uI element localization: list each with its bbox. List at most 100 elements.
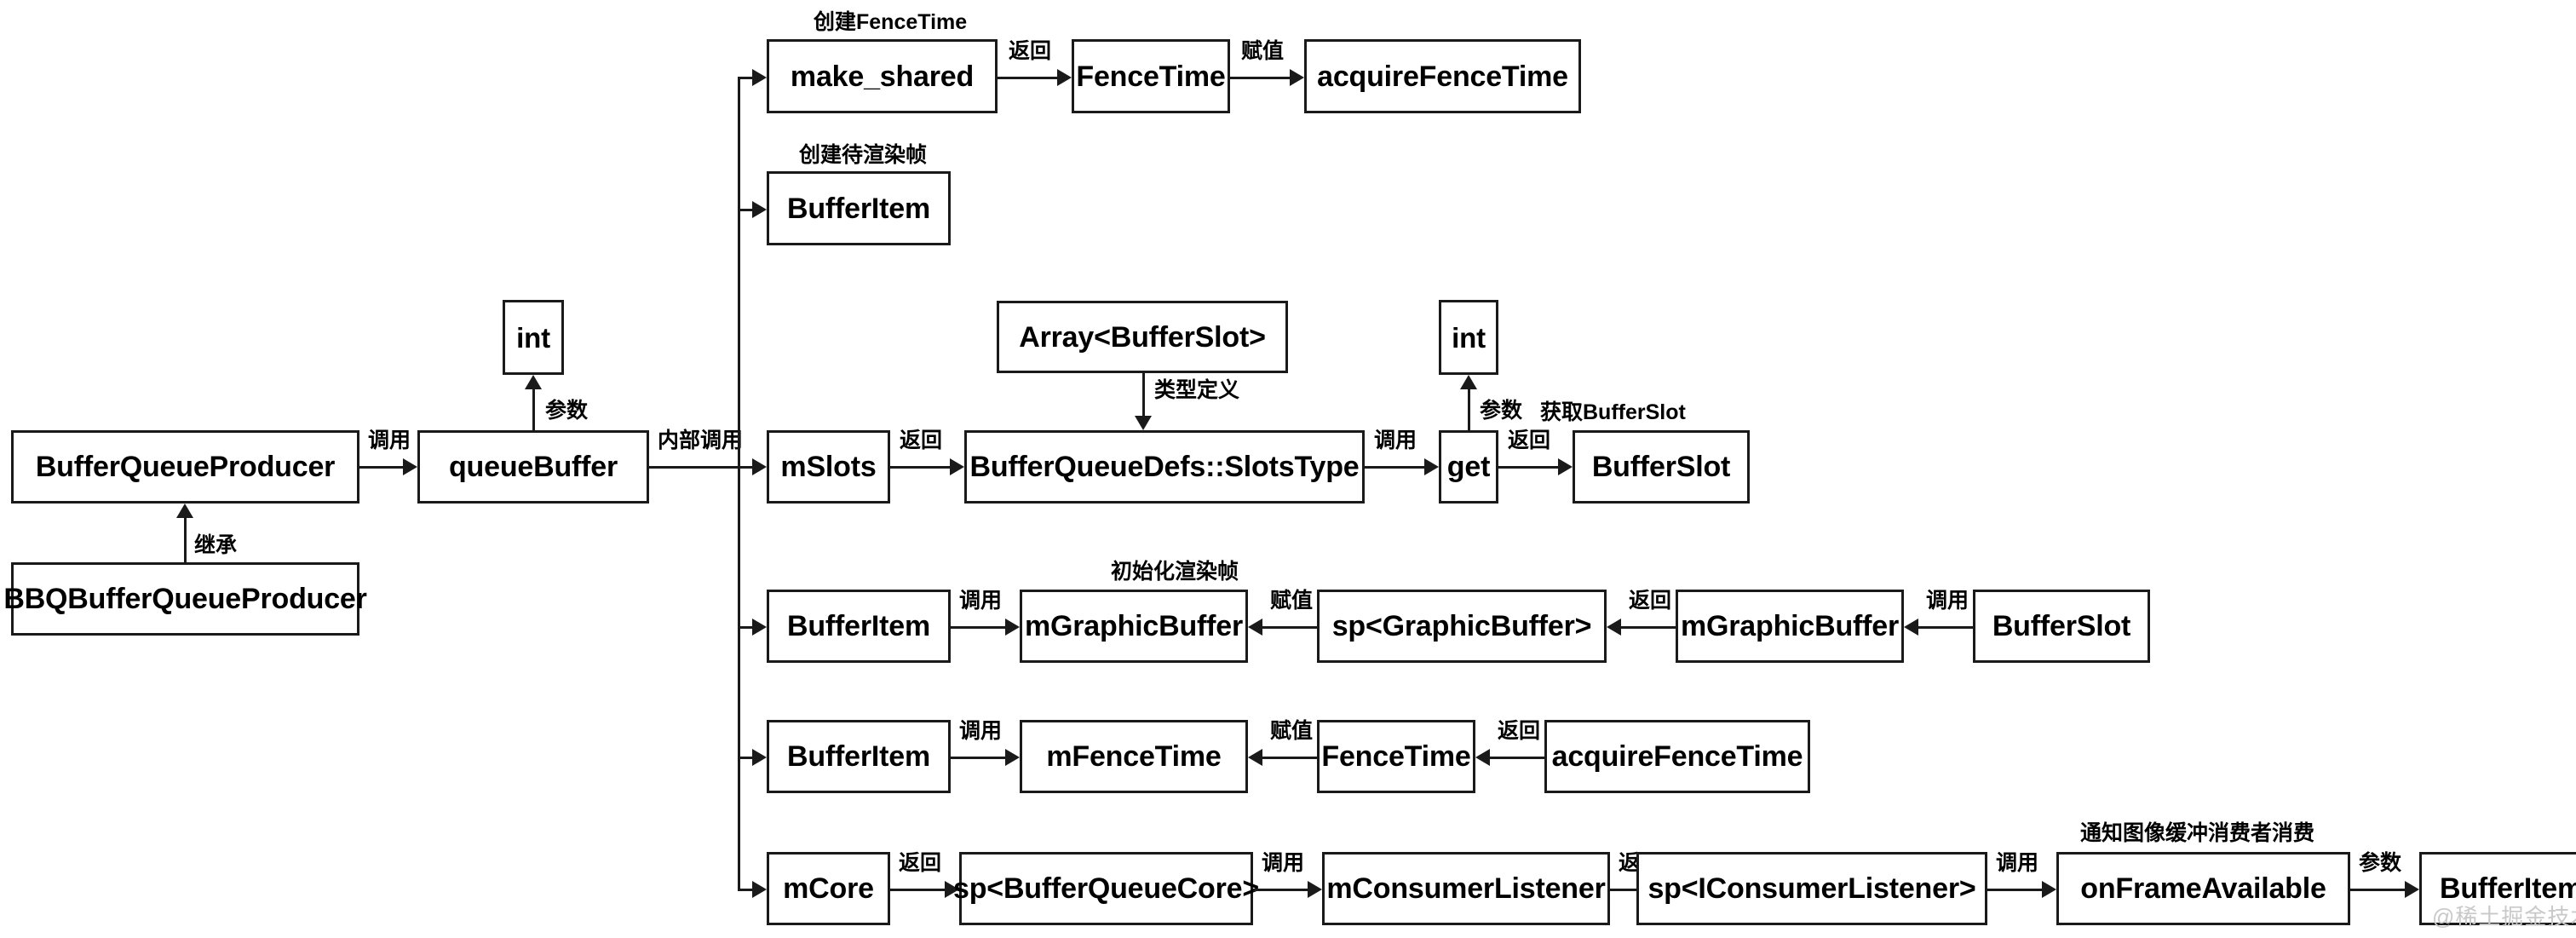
- edge-r1-assign-line: [1230, 77, 1290, 79]
- branch-stub-row3: [738, 466, 752, 469]
- node-int-param-get: int: [1439, 300, 1498, 375]
- branch-stub-row2: [738, 209, 752, 211]
- edge-r4-call-line: [951, 626, 1005, 629]
- edge-type-def-arrowhead: [1135, 416, 1152, 430]
- node-sp-iconsumer-listener: sp<IConsumerListener>: [1636, 852, 1987, 925]
- caption-create-fence-time: 创建FenceTime: [814, 10, 968, 34]
- edge-r3-call-get-arrowhead: [1424, 458, 1439, 475]
- node-label: BufferQueueDefs::SlotsType: [969, 451, 1360, 483]
- node-label: FenceTime: [1321, 740, 1471, 773]
- edge-internal-call-line: [649, 466, 738, 469]
- edge-label-r4-call: 调用: [959, 589, 1003, 613]
- edge-r5-assign-arrowhead: [1248, 749, 1262, 766]
- edge-inherit-line: [184, 518, 187, 562]
- node-label: sp<BufferQueueCore>: [953, 872, 1259, 905]
- edge-r3-call-get-line: [1365, 466, 1424, 469]
- edge-r1-return-line: [998, 77, 1057, 79]
- edge-r3-return-get-arrowhead: [1558, 458, 1573, 475]
- branch-stub-row1: [738, 77, 752, 79]
- edge-label-r3-return: 返回: [900, 429, 943, 452]
- node-label: BBQBufferQueueProducer: [3, 583, 367, 615]
- node-label: int: [516, 321, 550, 354]
- edge-call-queuebuffer-line: [359, 466, 403, 469]
- node-buffer-item-r4: BufferItem: [767, 590, 951, 663]
- node-acquire-fence-time-r5: acquireFenceTime: [1544, 720, 1810, 793]
- node-m-graphic-buffer-r4a: mGraphicBuffer: [1020, 590, 1248, 663]
- node-fence-time-r1: FenceTime: [1072, 39, 1230, 113]
- edge-param-get-line: [1468, 389, 1470, 430]
- edge-label-r5-assign: 赋值: [1270, 719, 1314, 743]
- node-label: onFrameAvailable: [2080, 872, 2326, 905]
- node-label: mFenceTime: [1046, 740, 1222, 773]
- node-sp-buffer-queue-core: sp<BufferQueueCore>: [953, 852, 1259, 925]
- node-buffer-slot-r4: BufferSlot: [1973, 590, 2150, 663]
- branch-arrow-row1: [752, 69, 767, 86]
- node-bbq-buffer-queue-producer: BBQBufferQueueProducer: [3, 562, 367, 636]
- edge-label-call-queuebuffer: 调用: [368, 429, 411, 452]
- node-mslots: mSlots: [767, 430, 890, 504]
- edge-r4-assign-arrowhead: [1248, 619, 1262, 636]
- node-label: queueBuffer: [448, 451, 618, 483]
- node-label: FenceTime: [1076, 60, 1226, 93]
- edge-inherit-arrowhead: [176, 504, 193, 518]
- node-label: acquireFenceTime: [1317, 60, 1568, 93]
- watermark: @稀土掘金技术社区: [2432, 904, 2576, 929]
- node-get: get: [1439, 430, 1498, 504]
- node-fence-time-r5: FenceTime: [1317, 720, 1475, 793]
- edge-r6-call-a-arrowhead: [1308, 881, 1322, 898]
- caption-get-buffer-slot: 获取BufferSlot: [1540, 400, 1686, 424]
- edge-type-def-line: [1142, 373, 1145, 416]
- node-label: BufferQueueProducer: [35, 451, 336, 483]
- node-label: BufferItem: [2439, 872, 2576, 905]
- node-buffer-item-r5: BufferItem: [767, 720, 951, 793]
- node-array-buffer-slot: Array<BufferSlot>: [997, 301, 1288, 373]
- edge-r6-call-b-line: [1987, 889, 2042, 891]
- edge-label-r4-assign: 赋值: [1270, 589, 1314, 613]
- branch-stub-row6: [738, 889, 752, 891]
- edge-r5-return-arrowhead: [1475, 749, 1490, 766]
- branch-trunk-line: [738, 77, 740, 889]
- node-label: BufferItem: [786, 740, 931, 773]
- node-int-param-top: int: [503, 300, 564, 375]
- edge-r4-assign-line: [1262, 626, 1317, 629]
- edge-label-type-def: 类型定义: [1154, 378, 1240, 402]
- node-sp-graphic-buffer: sp<GraphicBuffer>: [1317, 590, 1607, 663]
- branch-stub-row4: [738, 626, 752, 629]
- edge-r1-return-arrowhead: [1057, 69, 1072, 86]
- caption-init-render-frame: 初始化渲染帧: [1111, 560, 1239, 584]
- branch-stub-row5: [738, 757, 752, 759]
- node-label: mConsumerListener: [1326, 872, 1606, 905]
- edge-param-int-top-arrowhead: [525, 375, 542, 389]
- edge-label-r6-return-a: 返回: [899, 851, 942, 875]
- edge-r6-return-a-line: [890, 889, 945, 891]
- edge-r6-param-line: [2350, 889, 2405, 891]
- node-queue-buffer: queueBuffer: [417, 430, 649, 504]
- node-m-graphic-buffer-r4b: mGraphicBuffer: [1676, 590, 1904, 663]
- node-label: Array<BufferSlot>: [1019, 320, 1266, 354]
- branch-arrow-row3: [752, 458, 767, 475]
- node-label: mCore: [783, 872, 874, 905]
- edge-label-inherit: 继承: [194, 533, 238, 557]
- edge-r4-return-line: [1621, 626, 1676, 629]
- branch-arrow-row4: [752, 619, 767, 636]
- node-buffer-queue-producer: BufferQueueProducer: [11, 430, 359, 504]
- node-acquire-fence-time-r1: acquireFenceTime: [1304, 39, 1581, 113]
- node-label: BufferItem: [786, 610, 931, 642]
- edge-r5-call-line: [951, 757, 1005, 759]
- edge-label-r5-call: 调用: [959, 719, 1003, 743]
- edge-r4-call-end-arrowhead: [1904, 619, 1918, 636]
- edge-r4-call-arrowhead: [1005, 619, 1020, 636]
- edge-r4-call-end-line: [1918, 626, 1973, 629]
- node-label: acquireFenceTime: [1551, 740, 1803, 773]
- edge-r3-return-arrowhead: [950, 458, 964, 475]
- node-label: BufferSlot: [1591, 451, 1731, 483]
- edge-r6-param-arrowhead: [2405, 881, 2419, 898]
- edge-r5-return-line: [1490, 757, 1544, 759]
- node-on-frame-available: onFrameAvailable: [2056, 852, 2350, 925]
- edge-r3-return-line: [890, 466, 950, 469]
- edge-call-queuebuffer-arrowhead: [403, 458, 417, 475]
- branch-arrow-row6: [752, 881, 767, 898]
- node-label: get: [1446, 451, 1491, 483]
- edge-param-get-arrowhead: [1460, 375, 1477, 389]
- diagram-canvas: BufferQueueProducer BBQBufferQueueProduc…: [0, 0, 2576, 938]
